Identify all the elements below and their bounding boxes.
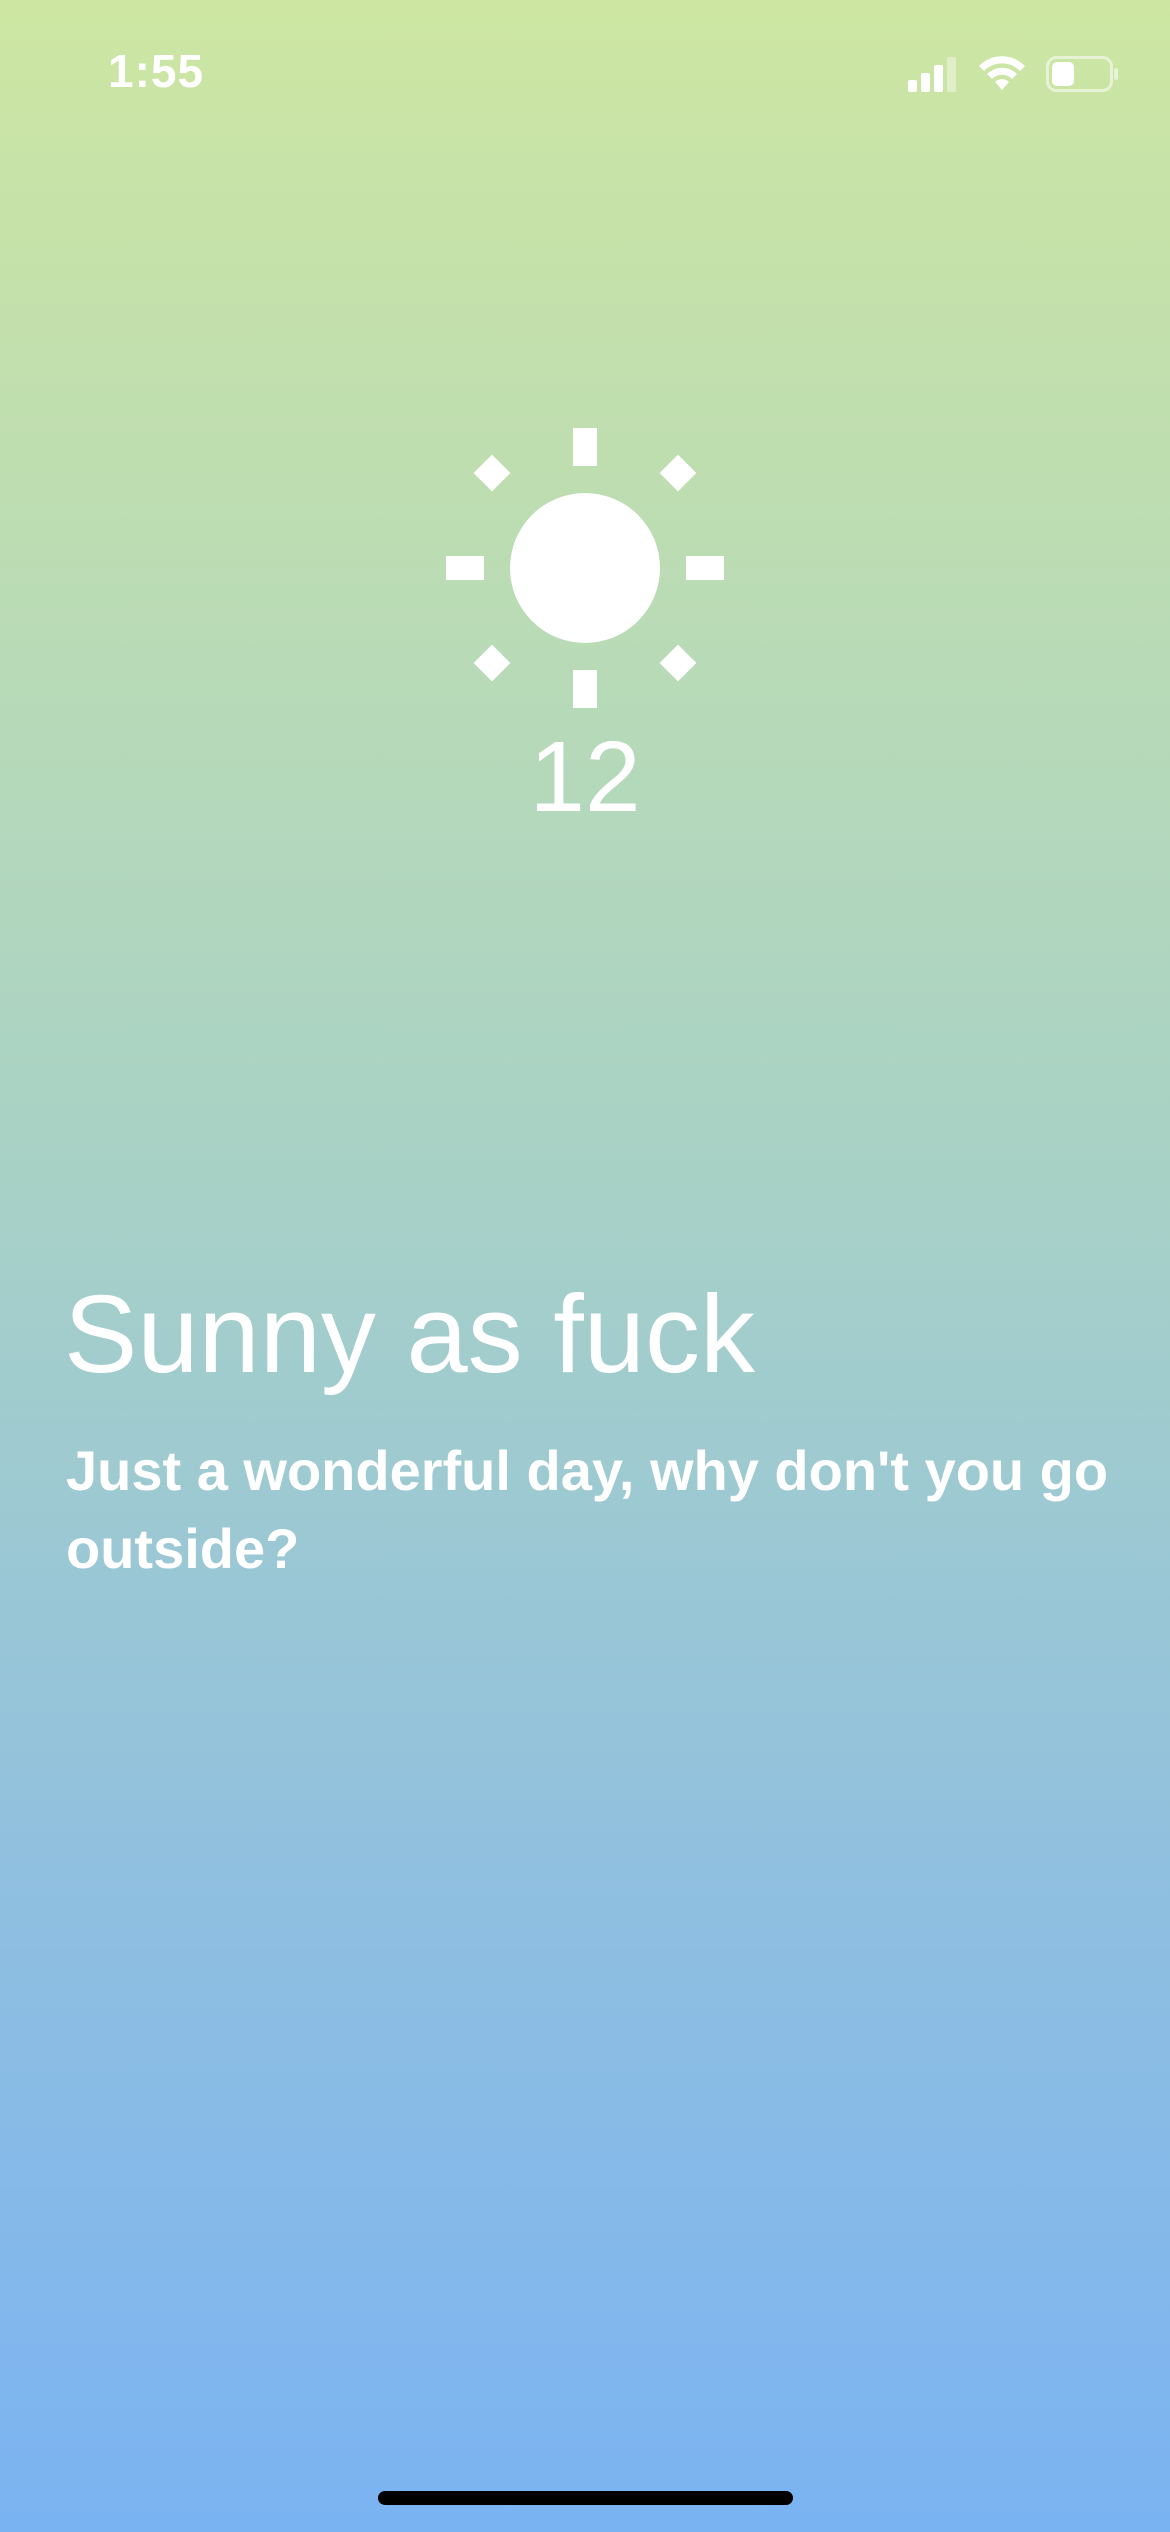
status-icons (908, 52, 1120, 96)
temperature-value: 12 (529, 721, 641, 833)
status-time: 1:55 (108, 45, 205, 97)
sun-icon (440, 428, 730, 718)
cellular-signal-icon (908, 56, 958, 92)
battery-icon (1046, 56, 1120, 92)
status-bar: 1:55 (0, 0, 1170, 150)
app-screen: 1:55 12 Sunny as fuck Just a wonderful d… (0, 0, 1170, 2532)
home-indicator[interactable] (378, 2491, 793, 2505)
wifi-icon (978, 56, 1026, 92)
weather-headline: Sunny as fuck (64, 1273, 755, 1396)
weather-description: Just a wonderful day, why don't you go o… (66, 1439, 1109, 1580)
